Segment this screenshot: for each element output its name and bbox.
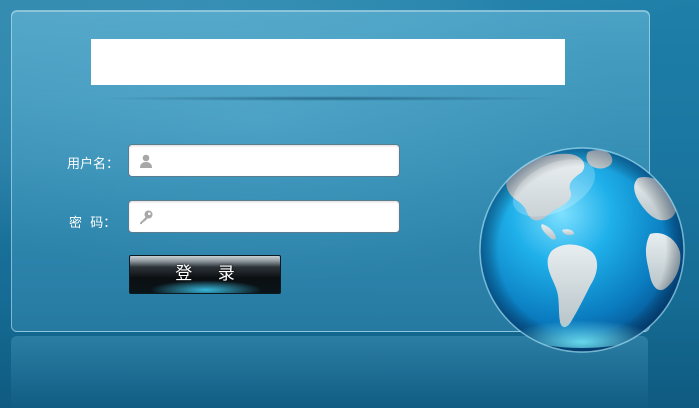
- user-icon: [140, 154, 152, 168]
- username-label: 用户名：: [67, 157, 120, 172]
- globe-icon: [479, 147, 685, 353]
- password-label: 密 码：: [69, 216, 117, 231]
- login-button[interactable]: 登 录: [129, 255, 281, 294]
- password-input[interactable]: [159, 204, 393, 229]
- password-field[interactable]: [128, 200, 400, 233]
- username-input[interactable]: [159, 148, 393, 173]
- key-icon: [140, 210, 153, 225]
- title-divider: [95, 96, 565, 101]
- title-box: [91, 39, 565, 85]
- username-field[interactable]: [128, 144, 400, 177]
